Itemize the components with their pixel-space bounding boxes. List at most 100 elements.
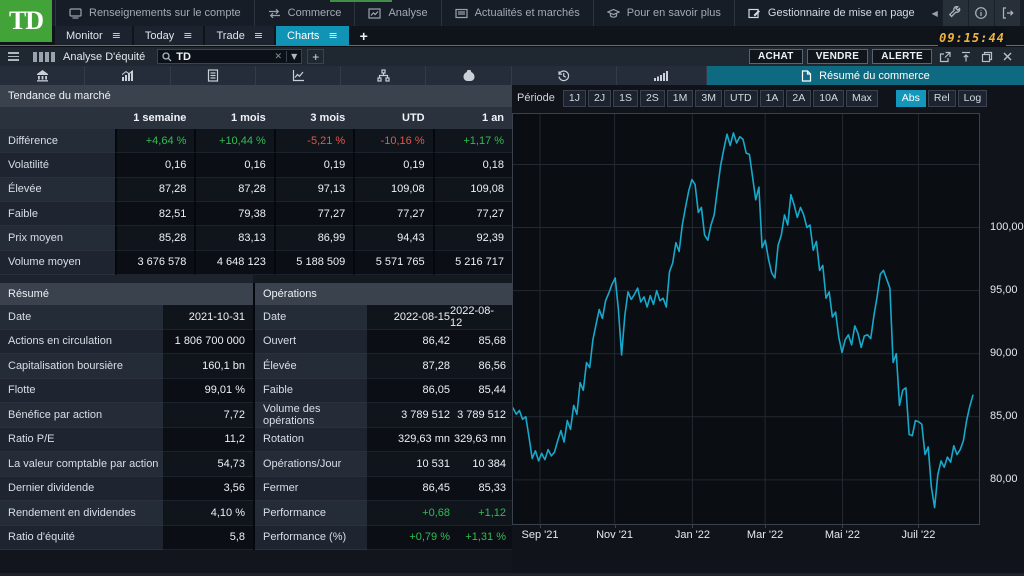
menu-item-analyse[interactable]: Analyse bbox=[355, 0, 441, 26]
table-row[interactable]: Prix moyen85,2883,1386,9994,4392,39 bbox=[0, 226, 512, 250]
price-chart[interactable] bbox=[512, 113, 980, 525]
horizontal-scrollbar[interactable] bbox=[0, 275, 512, 283]
row-label: Capitalisation boursière bbox=[0, 354, 163, 379]
menu-item-learn[interactable]: Pour en savoir plus bbox=[594, 0, 735, 26]
info-icon[interactable] bbox=[968, 0, 994, 26]
tab-chart-icon[interactable] bbox=[256, 66, 341, 85]
buy-button[interactable]: ACHAT bbox=[749, 49, 803, 64]
tab-monitor[interactable]: Monitor≡ bbox=[55, 26, 132, 45]
table-row[interactable]: Capitalisation boursière160,1 bn bbox=[0, 354, 253, 379]
row-label: Différence bbox=[0, 129, 115, 153]
table-row[interactable]: Opérations/Jour10 53110 384 bbox=[255, 452, 512, 477]
table-row[interactable]: Faible82,5179,3877,2777,2777,27 bbox=[0, 202, 512, 226]
tab-menu-icon[interactable]: ≡ bbox=[254, 29, 263, 42]
logout-icon[interactable] bbox=[994, 0, 1020, 26]
table-row[interactable]: Performance (%)+0,79 %+1,31 % bbox=[255, 526, 512, 551]
dock-top-icon[interactable] bbox=[957, 49, 974, 64]
period-button-utd[interactable]: UTD bbox=[724, 90, 758, 107]
table-row[interactable]: Performance+0,68+1,12 bbox=[255, 501, 512, 526]
period-button-1m[interactable]: 1M bbox=[667, 90, 694, 107]
layout-manager-button[interactable]: Gestionnaire de mise en page bbox=[735, 7, 928, 19]
tab-charts[interactable]: Charts≡ bbox=[276, 26, 349, 45]
table-row[interactable]: Bénéfice par action7,72 bbox=[0, 403, 253, 428]
restore-window-icon[interactable] bbox=[978, 49, 995, 64]
table-row[interactable]: Ratio d'équité5,8 bbox=[0, 526, 253, 551]
symbol-search-input[interactable]: TD ✕ ▼ bbox=[157, 49, 302, 64]
tab-funds-icon[interactable] bbox=[426, 66, 511, 85]
market-trend-table: Différence+4,64 %+10,44 %-5,21 %-10,16 %… bbox=[0, 129, 512, 275]
tab-peers-icon[interactable] bbox=[341, 66, 426, 85]
scale-button-log[interactable]: Log bbox=[958, 90, 988, 107]
tab-menu-icon[interactable]: ≡ bbox=[112, 29, 121, 42]
tab-trade[interactable]: Trade≡ bbox=[205, 26, 274, 45]
table-row[interactable]: Volume des opérations3 789 5123 789 512 bbox=[255, 403, 512, 428]
cell-value: 83,13 bbox=[194, 226, 273, 250]
tab-bank-icon[interactable] bbox=[0, 66, 85, 85]
tab-trade-summary[interactable]: Résumé du commerce bbox=[707, 66, 1024, 85]
tab-ranking-icon[interactable] bbox=[617, 66, 707, 85]
scale-button-rel[interactable]: Rel bbox=[928, 90, 956, 107]
tab-today[interactable]: Today≡ bbox=[134, 26, 204, 45]
period-button-1s[interactable]: 1S bbox=[613, 90, 638, 107]
sell-button[interactable]: VENDRE bbox=[807, 49, 868, 64]
period-button-2j[interactable]: 2J bbox=[588, 90, 611, 107]
period-button-2a[interactable]: 2A bbox=[786, 90, 811, 107]
wrench-icon[interactable] bbox=[942, 0, 968, 26]
close-icon[interactable] bbox=[999, 49, 1016, 64]
table-row[interactable]: Faible86,0585,44 bbox=[255, 379, 512, 404]
table-row[interactable]: Rendement en dividendes4,10 % bbox=[0, 501, 253, 526]
period-button-10a[interactable]: 10A bbox=[813, 90, 844, 107]
cell-value: 85,28 bbox=[115, 226, 194, 250]
table-row[interactable]: Flotte99,01 % bbox=[0, 379, 253, 404]
table-row[interactable]: Élevée87,2887,2897,13109,08109,08 bbox=[0, 178, 512, 202]
period-label: Période bbox=[517, 92, 555, 104]
popout-icon[interactable] bbox=[936, 49, 953, 64]
scale-button-abs[interactable]: Abs bbox=[896, 90, 926, 107]
table-row[interactable]: Date2021-10-31 bbox=[0, 305, 253, 330]
period-button-1j[interactable]: 1J bbox=[563, 90, 586, 107]
y-tick-label: 95,00 bbox=[990, 284, 1018, 298]
menu-item-account[interactable]: Renseignements sur le compte bbox=[55, 0, 255, 26]
tab-sectors-icon[interactable] bbox=[85, 66, 170, 85]
tab-menu-icon[interactable]: ≡ bbox=[328, 29, 337, 42]
add-symbol-button[interactable]: + bbox=[307, 49, 324, 64]
table-row[interactable]: Dernier dividende3,56 bbox=[0, 477, 253, 502]
table-row[interactable]: Actions en circulation1 806 700 000 bbox=[0, 330, 253, 355]
table-row[interactable]: Rotation329,63 mn329,63 mn bbox=[255, 428, 512, 453]
tab-menu-icon[interactable]: ≡ bbox=[183, 29, 192, 42]
add-workspace-button[interactable]: + bbox=[351, 26, 377, 45]
td-logo[interactable]: TD bbox=[0, 0, 52, 42]
tab-history-icon[interactable] bbox=[512, 66, 617, 85]
menu-item-trade[interactable]: Commerce bbox=[255, 0, 356, 26]
row-label: Faible bbox=[0, 202, 115, 226]
table-row[interactable]: Ratio P/E11,2 bbox=[0, 428, 253, 453]
table-row[interactable]: Élevée87,2886,56 bbox=[255, 354, 512, 379]
collapse-right-icon[interactable]: ◀ bbox=[1020, 9, 1024, 18]
period-button-max[interactable]: Max bbox=[846, 90, 878, 107]
table-row[interactable]: Ouvert86,4285,68 bbox=[255, 330, 512, 355]
column-header: UTD bbox=[353, 107, 432, 129]
panel-title: Analyse D'équité bbox=[63, 51, 145, 63]
alert-button[interactable]: ALERTE bbox=[872, 49, 932, 64]
menu-item-news[interactable]: Actualités et marchés bbox=[442, 0, 594, 26]
table-row[interactable]: Différence+4,64 %+10,44 %-5,21 %-10,16 %… bbox=[0, 129, 512, 153]
table-row[interactable]: Date2022-08-152022-08-12 bbox=[255, 305, 512, 330]
table-row[interactable]: Volatilité0,160,160,190,190,18 bbox=[0, 153, 512, 177]
panel-menu-icon[interactable] bbox=[8, 52, 19, 61]
cell-value: 85,33 bbox=[450, 477, 512, 502]
scrollbar-thumb[interactable] bbox=[0, 275, 253, 283]
cell-value: +4,64 % bbox=[115, 129, 194, 153]
table-row[interactable]: Volume moyen3 676 5784 648 1235 188 5095… bbox=[0, 251, 512, 275]
clear-search-icon[interactable]: ✕ bbox=[275, 51, 283, 62]
table-row[interactable]: La valeur comptable par action54,73 bbox=[0, 452, 253, 477]
cell-value: 86,45 bbox=[367, 477, 450, 502]
table-row[interactable]: Fermer86,4585,33 bbox=[255, 477, 512, 502]
period-button-1a[interactable]: 1A bbox=[760, 90, 785, 107]
chevron-down-icon[interactable]: ▼ bbox=[291, 52, 297, 61]
tab-reports-icon[interactable] bbox=[171, 66, 256, 85]
period-button-2s[interactable]: 2S bbox=[640, 90, 665, 107]
period-button-3m[interactable]: 3M bbox=[695, 90, 722, 107]
layout-columns-icon[interactable] bbox=[33, 52, 55, 62]
collapse-left-icon[interactable]: ◀ bbox=[928, 9, 942, 18]
x-tick bbox=[918, 524, 919, 528]
